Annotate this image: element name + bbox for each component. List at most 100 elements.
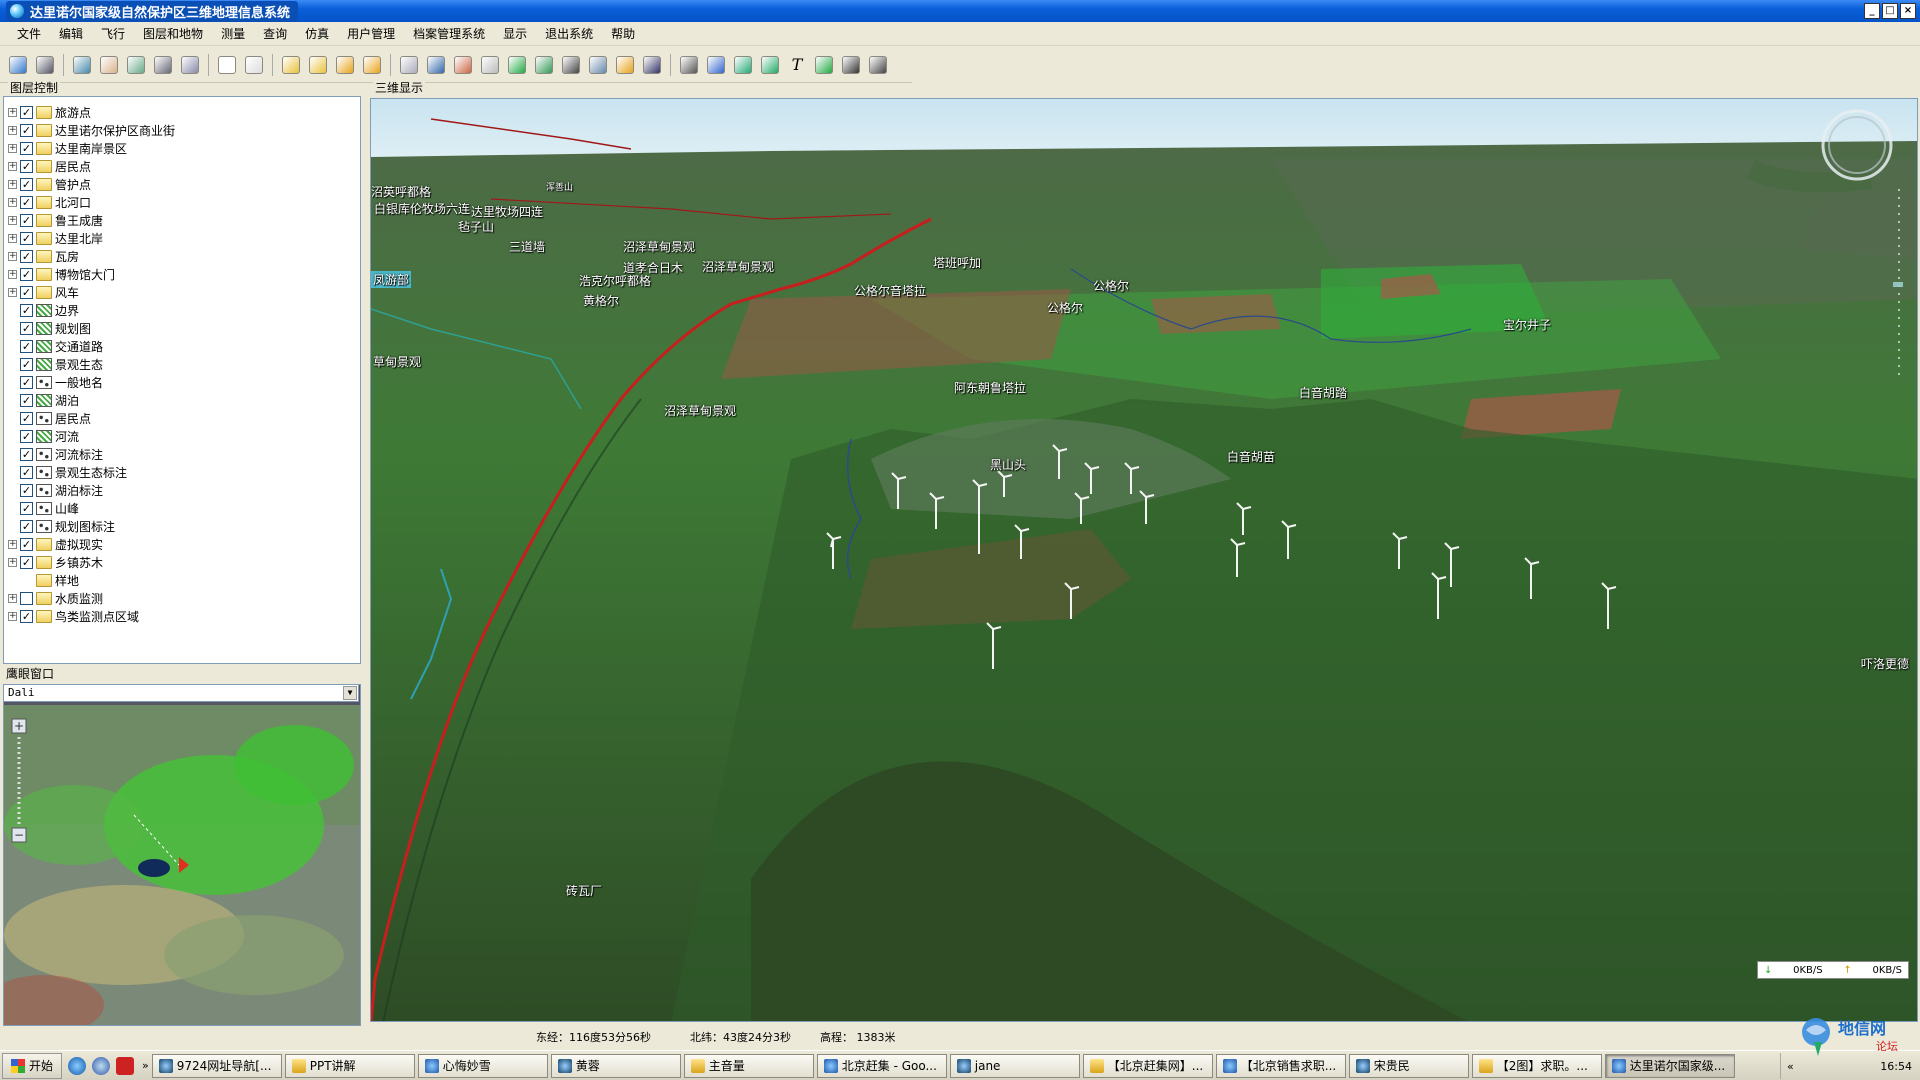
layer-tree-item[interactable]: ✓ 湖泊标注: [8, 481, 103, 499]
bookmark-button[interactable]: [333, 53, 357, 77]
layer-tree-item[interactable]: + ✓ 居民点: [8, 157, 91, 175]
expand-icon[interactable]: +: [8, 269, 17, 279]
map-place-label[interactable]: 沼泽草甸景观: [664, 402, 736, 419]
layer-tree-item[interactable]: ✓ 规划图: [8, 319, 91, 337]
layer-checkbox[interactable]: ✓: [20, 465, 33, 479]
plane-button[interactable]: [704, 53, 728, 77]
expand-icon[interactable]: +: [8, 593, 17, 603]
layer-tree-item[interactable]: + ✓ 风车: [8, 283, 79, 301]
map-place-label[interactable]: 黄格尔: [583, 292, 619, 309]
layer-tree-item[interactable]: + ✓ 达里北岸: [8, 229, 103, 247]
phone-button[interactable]: [758, 53, 782, 77]
layer-tree-item[interactable]: + ✓ 管护点: [8, 175, 91, 193]
map-place-label[interactable]: 阿东朝鲁塔拉: [954, 379, 1026, 396]
layer-checkbox[interactable]: ✓: [20, 213, 33, 227]
ruler-button[interactable]: [279, 53, 303, 77]
layer-checkbox[interactable]: ✓: [20, 555, 33, 569]
menu-item[interactable]: 仿真: [296, 25, 338, 42]
menu-item[interactable]: 飞行: [92, 25, 134, 42]
layer-tree-item[interactable]: ✓ 边界: [8, 301, 79, 319]
layer-tree-item[interactable]: + ✓ 旅游点: [8, 103, 91, 121]
route-button[interactable]: [731, 53, 755, 77]
expand-icon[interactable]: +: [8, 107, 17, 117]
map-place-label[interactable]: 三道墙: [509, 238, 545, 255]
save-button[interactable]: [6, 53, 30, 77]
expand-icon[interactable]: +: [8, 125, 17, 135]
camera-button[interactable]: [424, 53, 448, 77]
layer-checkbox[interactable]: ✓: [20, 285, 33, 299]
map-place-label[interactable]: 毡子山: [458, 218, 494, 235]
browser-quicklaunch-icon[interactable]: [92, 1056, 111, 1075]
expand-icon[interactable]: +: [8, 287, 17, 297]
layer-tree-item[interactable]: ✓ 景观生态标注: [8, 463, 127, 481]
map-place-label[interactable]: 凤游部: [371, 271, 412, 288]
layer-tree-item[interactable]: + ✓ 鸟类监测点区域: [8, 607, 139, 625]
map-place-label[interactable]: 浑善山: [546, 180, 573, 193]
layer-checkbox[interactable]: ✓: [20, 357, 33, 371]
hand-pan-button[interactable]: [97, 53, 121, 77]
taskbar-task[interactable]: jane: [949, 1053, 1080, 1078]
layer-tree-item[interactable]: ✓ 河流标注: [8, 445, 103, 463]
layer-checkbox[interactable]: ✓: [20, 321, 33, 335]
layer-tree-item[interactable]: ✓ 景观生态: [8, 355, 103, 373]
map-place-label[interactable]: 草甸景观: [373, 353, 421, 370]
eagle-eye-map[interactable]: + −: [4, 705, 360, 1025]
layer-tree-item[interactable]: ✓ 河流: [8, 427, 79, 445]
map-place-label[interactable]: 塔班呼加: [933, 254, 981, 271]
expand-icon[interactable]: +: [8, 233, 17, 243]
layer-button[interactable]: [586, 53, 610, 77]
layer-tree-item[interactable]: + 水质监测: [8, 589, 103, 607]
layer-tree-item[interactable]: ✓ 湖泊: [8, 391, 79, 409]
layer-checkbox[interactable]: ✓: [20, 519, 33, 533]
film-button[interactable]: [559, 53, 583, 77]
zoom-button[interactable]: [124, 53, 148, 77]
menu-item[interactable]: 显示: [494, 25, 536, 42]
layer-checkbox[interactable]: ✓: [20, 429, 33, 443]
map-place-label[interactable]: 白银库伦牧场六连: [374, 200, 470, 217]
expand-icon[interactable]: +: [8, 143, 17, 153]
layer-checkbox[interactable]: ✓: [20, 501, 33, 515]
layer-checkbox[interactable]: ✓: [20, 123, 33, 137]
fly-button[interactable]: [397, 53, 421, 77]
layer-checkbox[interactable]: ✓: [20, 159, 33, 173]
expand-icon[interactable]: +: [8, 251, 17, 261]
expand-icon[interactable]: +: [8, 161, 17, 171]
close-button[interactable]: ×: [1900, 3, 1916, 19]
video-button[interactable]: [640, 53, 664, 77]
image-button[interactable]: [451, 53, 475, 77]
taskbar-task[interactable]: 9724网址导航[...: [151, 1053, 282, 1078]
layer-checkbox[interactable]: ✓: [20, 483, 33, 497]
walk-button[interactable]: [151, 53, 175, 77]
layer-tree-item[interactable]: 样地: [8, 571, 79, 589]
map-place-label[interactable]: 白音胡苗: [1227, 448, 1275, 465]
layer-checkbox[interactable]: ✓: [20, 609, 33, 623]
layer-checkbox[interactable]: [20, 591, 33, 605]
ie-quicklaunch-icon[interactable]: [68, 1056, 87, 1075]
folder-button[interactable]: [613, 53, 637, 77]
layer-tree-item[interactable]: + ✓ 虚拟现实: [8, 535, 103, 553]
app-quicklaunch-icon[interactable]: [116, 1056, 135, 1075]
minimize-button[interactable]: _: [1864, 3, 1880, 19]
layer-checkbox[interactable]: ✓: [20, 267, 33, 281]
layer-tree-item[interactable]: + ✓ 达里诺尔保护区商业街: [8, 121, 175, 139]
taskbar-task[interactable]: 宋贵民: [1348, 1053, 1469, 1078]
layer-checkbox[interactable]: ✓: [20, 447, 33, 461]
chevron-right-icon[interactable]: »: [142, 1059, 149, 1072]
expand-icon[interactable]: +: [8, 539, 17, 549]
map-place-label[interactable]: 黑山头: [990, 456, 1026, 473]
layer-checkbox[interactable]: ✓: [20, 105, 33, 119]
gear-button[interactable]: [677, 53, 701, 77]
layer-tree-item[interactable]: ✓ 交通道路: [8, 337, 103, 355]
chevron-down-icon[interactable]: ▼: [343, 686, 357, 700]
layer-checkbox[interactable]: ✓: [20, 141, 33, 155]
layer-checkbox[interactable]: ✓: [20, 177, 33, 191]
layer-checkbox[interactable]: ✓: [20, 411, 33, 425]
taskbar-task[interactable]: 主音量: [683, 1053, 814, 1078]
layer-tree-item[interactable]: ✓ 规划图标注: [8, 517, 115, 535]
expand-icon[interactable]: +: [8, 197, 17, 207]
map-place-label[interactable]: 吓洛更德: [1861, 655, 1909, 672]
rotate-button[interactable]: [178, 53, 202, 77]
expand-icon[interactable]: +: [8, 215, 17, 225]
layer-tree-item[interactable]: + ✓ 博物馆大门: [8, 265, 115, 283]
flag-button[interactable]: [360, 53, 384, 77]
